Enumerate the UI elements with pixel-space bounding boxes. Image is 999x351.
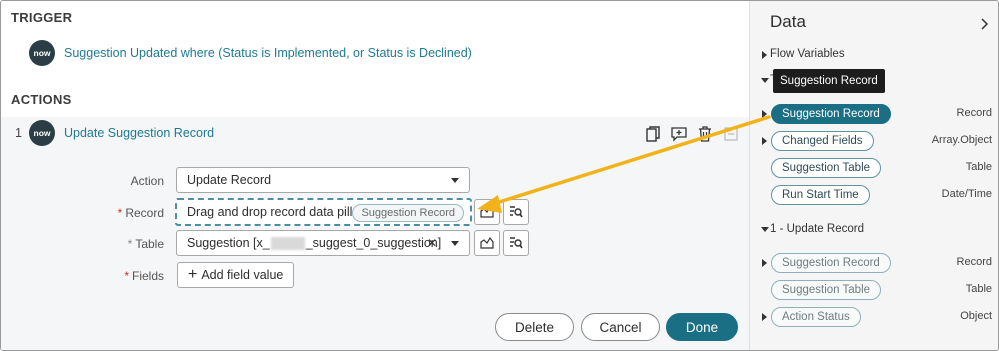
pill-picker-icon	[480, 237, 494, 249]
collapse-icon[interactable]	[722, 125, 740, 143]
action-field-label: Action	[130, 174, 164, 188]
data-pill-run-start-time[interactable]: Run Start Time	[771, 185, 870, 205]
data-pill-type: Date/Time	[941, 188, 992, 200]
chevron-down-icon	[451, 178, 459, 183]
data-pill-suggestion-table[interactable]: Suggestion Table	[771, 158, 882, 178]
expand-icon[interactable]	[762, 110, 767, 118]
done-button[interactable]: Done	[666, 313, 738, 341]
copy-icon[interactable]	[644, 125, 662, 143]
action-step-number: 1	[15, 126, 22, 140]
flow-designer-window: TRIGGER now Suggestion Updated where (St…	[0, 0, 999, 351]
add-comment-icon[interactable]	[670, 125, 688, 143]
data-pill-picker-button[interactable]	[474, 230, 500, 256]
collapse-icon[interactable]	[761, 78, 769, 83]
dragged-data-pill: Suggestion Record	[352, 204, 464, 222]
delete-button[interactable]: Delete	[495, 313, 574, 341]
data-pill-picker-button[interactable]	[474, 199, 500, 225]
trash-icon[interactable]	[696, 125, 714, 143]
data-pill-type: Table	[965, 283, 992, 295]
data-pill-changed-fields[interactable]: Changed Fields	[771, 131, 874, 151]
expand-icon[interactable]	[762, 137, 767, 145]
data-panel: Data Flow Variables T d Suggestion Recor…	[749, 1, 998, 350]
data-pill-type: Array.Object	[931, 134, 992, 146]
action-select[interactable]: Update Record	[176, 167, 470, 193]
data-pill-type: Object	[960, 310, 992, 322]
filter-list-icon	[510, 206, 523, 218]
condition-builder-button[interactable]	[503, 199, 529, 225]
chevron-right-icon[interactable]	[981, 17, 989, 35]
chevron-down-icon	[451, 241, 459, 246]
record-drop-zone[interactable]: Drag and drop record data pill Suggestio…	[175, 198, 472, 226]
plus-icon: +	[188, 266, 198, 283]
data-pill-type: Record	[956, 107, 992, 119]
actions-heading: ACTIONS	[11, 92, 72, 107]
table-field-label: * Table	[127, 237, 164, 251]
cancel-button[interactable]: Cancel	[581, 313, 660, 341]
table-select[interactable]: Suggestion [x_ _suggest_0_suggestion] ✕	[176, 230, 470, 256]
expand-icon[interactable]	[762, 313, 767, 321]
add-field-value-button[interactable]: + Add field value	[177, 262, 295, 288]
flow-variables-group[interactable]: Flow Variables	[770, 48, 845, 60]
trigger-heading: TRIGGER	[11, 10, 73, 25]
filter-list-icon	[510, 237, 523, 249]
now-logo-icon: now	[29, 40, 55, 66]
data-pill-action-suggestion-record[interactable]: Suggestion Record	[771, 253, 891, 273]
fields-field-label: * Fields	[124, 269, 164, 283]
collapse-icon[interactable]	[761, 227, 769, 232]
data-pill-action-suggestion-table[interactable]: Suggestion Table	[771, 280, 882, 300]
redacted-text	[270, 236, 305, 250]
data-pill-type: Record	[956, 256, 992, 268]
clear-icon[interactable]: ✕	[427, 236, 437, 250]
flow-editor-pane: TRIGGER now Suggestion Updated where (St…	[1, 1, 749, 350]
data-pill-type: Table	[965, 161, 992, 173]
data-panel-title: Data	[770, 12, 806, 31]
pill-picker-icon	[480, 206, 494, 218]
data-pill-suggestion-record[interactable]: Suggestion Record	[771, 104, 891, 124]
trigger-summary-link[interactable]: Suggestion Updated where (Status is Impl…	[64, 46, 472, 60]
condition-builder-button[interactable]	[503, 230, 529, 256]
drag-tooltip: Suggestion Record	[773, 69, 885, 93]
action-step-name-link[interactable]: Update Suggestion Record	[64, 126, 214, 140]
expand-icon[interactable]	[762, 259, 767, 267]
record-field-label: * Record	[117, 206, 164, 220]
expand-icon[interactable]	[762, 51, 767, 59]
data-pill-action-status[interactable]: Action Status	[771, 307, 861, 327]
action-output-group[interactable]: 1 - Update Record	[770, 223, 864, 235]
now-logo-icon: now	[29, 120, 55, 146]
